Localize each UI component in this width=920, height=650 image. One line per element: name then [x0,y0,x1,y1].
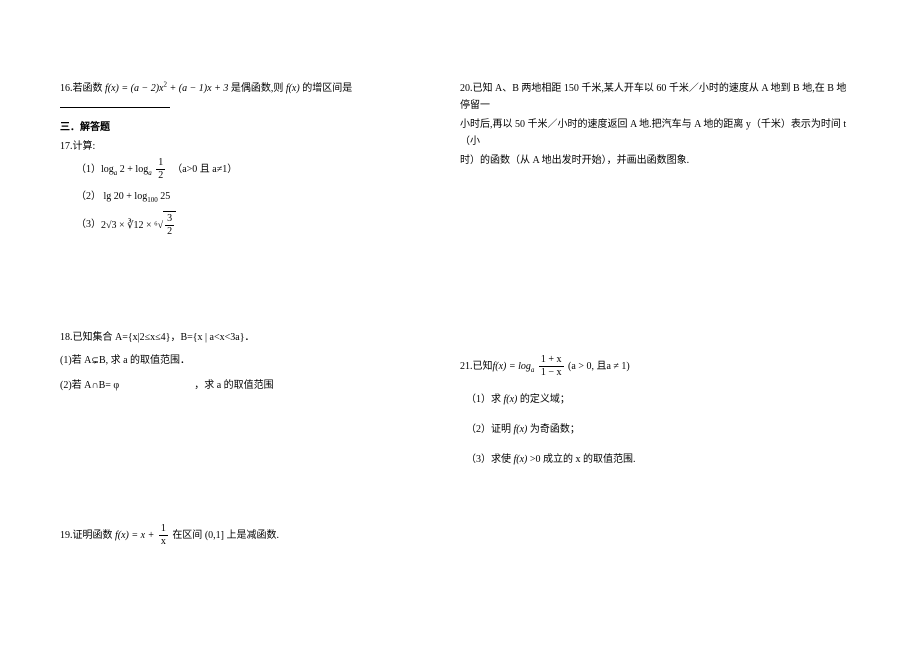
q17-sub1: （1） loga 2 + loga 1 2 （a>0 且 a≠1） [60,157,410,183]
frac-half: 1 2 [156,158,165,181]
subset-ne-icon: ⊊ [91,353,99,368]
frac-1-x: 1 x [159,524,168,547]
q21-expr: f(x) = loga 1 + x 1 − x (a > 0, 且a ≠ 1) [493,354,630,380]
q20-l2: 小时后,再以 50 千米／小时的速度返回 A 地.把汽车与 A 地的距离 y（千… [460,116,850,150]
q17-s3-label: （3） [76,212,101,238]
q19-intv: (0,1] [205,530,224,541]
q19-expr: f(x) = x + 1 x [115,530,172,541]
frac-3-2: 3 2 [165,214,174,237]
q17-s1-label: （1） [76,157,101,183]
q18-sub2: (2)若 A∩B= φ ，求 a 的取值范围 [60,377,410,394]
q21: 21.已知 f(x) = loga 1 + x 1 − x (a > 0, 且a… [460,354,850,470]
q17-sub2: （2） lg 20 + log100 25 [60,187,410,207]
q21-s3: （3）求使 f(x) >0 成立的 x 的取值范围. [460,450,850,470]
q21-title: 21.已知 f(x) = loga 1 + x 1 − x (a > 0, 且a… [460,354,850,380]
q17-s2-label: （2） [76,191,101,202]
q16-mid: 是偶函数,则 [231,83,284,94]
left-column: 16.若函数 f(x) = (a − 2)x2 + (a − 1)x + 3 是… [0,80,440,650]
right-column: 20.已知 A、B 两地相距 150 千米,某人开车以 60 千米／小时的速度从… [440,80,900,650]
exam-page: 16.若函数 f(x) = (a − 2)x2 + (a − 1)x + 3 是… [0,0,920,650]
q17: 17.计算: （1） loga 2 + loga 1 2 （a>0 且 a≠1）… [60,138,410,239]
q20-l1: 20.已知 A、B 两地相距 150 千米,某人开车以 60 千米／小时的速度从… [460,80,850,114]
q16-prefix: 16.若函数 [60,83,103,94]
q17-s3-expr: 2√3 × ∛12 × ⁶√ 3 2 [101,211,176,239]
q18-sub1: (1)若 A⊊B, 求 a 的取值范围． [60,352,410,369]
section-3-title: 三．解答题 [60,120,410,136]
frac-1px: 1 + x 1 − x [539,355,564,378]
q16: 16.若函数 f(x) = (a − 2)x2 + (a − 1)x + 3 是… [60,80,410,114]
q17-s1-cond: （a>0 且 a≠1） [172,157,237,183]
q17-s1-expr: loga 2 + loga 1 2 [101,157,167,183]
q17-title: 17.计算: [60,138,410,155]
q19: 19.证明函数 f(x) = x + 1 x 在区间 (0,1] 上是减函数. [60,524,410,547]
q16-suffix: 的增区间是 [302,83,352,94]
q16-expr: f(x) = (a − 2)x2 + (a − 1)x + 3 [105,83,231,94]
q21-s1: （1）求 f(x) 的定义域； [460,390,850,410]
q17-sub3: （3） 2√3 × ∛12 × ⁶√ 3 2 [60,211,410,239]
q16-blank [60,98,170,108]
q17-s2-expr: lg 20 + log100 25 [104,191,171,202]
q19-suffix: 上是减函数. [226,530,279,541]
q18: 18.已知集合 A={x|2≤x≤4}，B={x | a<x<3a}． (1)若… [60,329,410,394]
q16-fx: f(x) [286,83,300,94]
q21-prefix: 21.已知 [460,354,493,380]
q19-prefix: 19.证明函数 [60,530,113,541]
q20: 20.已知 A、B 两地相距 150 千米,某人开车以 60 千米／小时的速度从… [460,80,850,169]
q21-s2: （2）证明 f(x) 为奇函数； [460,420,850,440]
q20-l3: 时）的函数（从 A 地出发时开始），并画出函数图象. [460,152,850,169]
q19-mid: 在区间 [172,530,202,541]
q18-title: 18.已知集合 A={x|2≤x≤4}，B={x | a<x<3a}． [60,329,410,346]
empty-set-icon: φ [113,380,119,391]
